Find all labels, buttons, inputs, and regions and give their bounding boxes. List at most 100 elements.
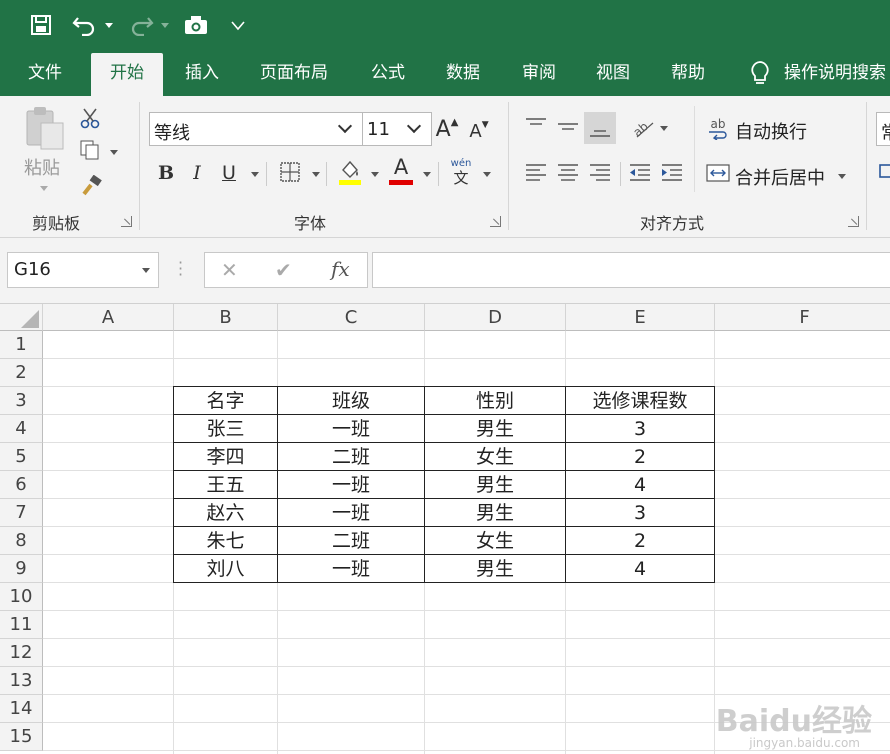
- align-center-icon[interactable]: [554, 160, 582, 186]
- lightbulb-icon[interactable]: [745, 50, 775, 96]
- table-header-cell[interactable]: 班级: [278, 387, 424, 415]
- undo-dropdown-icon[interactable]: [102, 10, 116, 40]
- underline-dropdown-icon[interactable]: [251, 172, 259, 177]
- cancel-icon[interactable]: ✕: [221, 258, 238, 282]
- table-cell[interactable]: 朱七: [174, 527, 277, 555]
- shrink-font-button[interactable]: A ▼: [468, 118, 490, 144]
- table-cell[interactable]: 女生: [425, 527, 565, 555]
- tab-page-layout[interactable]: 页面布局: [246, 50, 342, 96]
- fill-color-dropdown-icon[interactable]: [371, 172, 379, 177]
- grow-font-button[interactable]: A ▲: [436, 114, 459, 144]
- number-format-combo[interactable]: 常: [876, 112, 890, 146]
- font-name-combo[interactable]: 等线: [149, 112, 363, 146]
- align-left-icon[interactable]: [522, 160, 550, 186]
- table-cell[interactable]: 王五: [174, 471, 277, 499]
- bold-button[interactable]: B: [155, 160, 177, 186]
- underline-button[interactable]: U: [218, 160, 240, 186]
- table-cell[interactable]: 张三: [174, 415, 277, 443]
- customize-qat-icon[interactable]: [228, 10, 248, 40]
- merge-dropdown-icon[interactable]: [838, 174, 846, 179]
- insert-function-icon[interactable]: fx: [331, 257, 350, 281]
- italic-button[interactable]: I: [186, 160, 208, 186]
- redo-icon[interactable]: [126, 10, 156, 40]
- phonetic-guide-button[interactable]: wén 文: [448, 156, 474, 188]
- align-top-icon[interactable]: [522, 114, 550, 138]
- table-cell[interactable]: 女生: [425, 443, 565, 471]
- merge-center-button[interactable]: 合并后居中: [735, 164, 825, 190]
- tab-data[interactable]: 数据: [432, 50, 494, 96]
- table-header-cell[interactable]: 名字: [174, 387, 277, 415]
- table-cell[interactable]: 4: [566, 471, 714, 499]
- table-cell[interactable]: 赵六: [174, 499, 277, 527]
- table-cell[interactable]: 一班: [278, 555, 424, 583]
- row-header[interactable]: 3: [0, 387, 43, 415]
- orientation-icon[interactable]: ab: [630, 114, 656, 140]
- copy-dropdown-icon[interactable]: [110, 150, 118, 155]
- tell-me-search[interactable]: 操作说明搜索: [784, 50, 890, 96]
- redo-dropdown-icon[interactable]: [158, 10, 172, 40]
- chevron-down-icon[interactable]: [406, 118, 422, 134]
- column-header-f[interactable]: F: [715, 304, 890, 331]
- alignment-launcher-icon[interactable]: [848, 216, 859, 227]
- chevron-down-icon[interactable]: [337, 118, 353, 134]
- align-middle-icon[interactable]: [554, 114, 582, 138]
- row-header[interactable]: 10: [0, 583, 43, 611]
- table-cell[interactable]: 2: [566, 443, 714, 471]
- row-header[interactable]: 14: [0, 695, 43, 723]
- accounting-format-icon[interactable]: [878, 160, 890, 182]
- table-cell[interactable]: 男生: [425, 499, 565, 527]
- camera-icon[interactable]: [182, 10, 210, 40]
- borders-icon[interactable]: [278, 160, 302, 184]
- row-header[interactable]: 11: [0, 611, 43, 639]
- table-cell[interactable]: 一班: [278, 415, 424, 443]
- table-cell[interactable]: 一班: [278, 499, 424, 527]
- font-launcher-icon[interactable]: [490, 216, 501, 227]
- enter-icon[interactable]: ✔: [275, 258, 292, 282]
- table-cell[interactable]: 4: [566, 555, 714, 583]
- column-header-a[interactable]: A: [43, 304, 174, 331]
- formula-input[interactable]: [372, 252, 890, 288]
- column-header-d[interactable]: D: [425, 304, 566, 331]
- clipboard-launcher-icon[interactable]: [121, 216, 132, 227]
- font-color-button[interactable]: A: [388, 156, 414, 186]
- table-cell[interactable]: 男生: [425, 555, 565, 583]
- copy-icon[interactable]: [78, 138, 102, 162]
- wrap-text-button[interactable]: 自动换行: [735, 118, 807, 144]
- row-header[interactable]: 15: [0, 723, 43, 751]
- row-header[interactable]: 6: [0, 471, 43, 499]
- tab-review[interactable]: 审阅: [508, 50, 570, 96]
- column-header-e[interactable]: E: [566, 304, 715, 331]
- font-size-combo[interactable]: 11: [362, 112, 432, 146]
- phonetic-dropdown-icon[interactable]: [483, 172, 491, 177]
- select-all-corner[interactable]: [0, 304, 43, 331]
- row-header[interactable]: 7: [0, 499, 43, 527]
- paste-dropdown-icon[interactable]: [40, 186, 48, 191]
- increase-indent-icon[interactable]: [658, 160, 686, 186]
- row-header[interactable]: 4: [0, 415, 43, 443]
- format-painter-icon[interactable]: [78, 174, 104, 198]
- tab-help[interactable]: 帮助: [657, 50, 719, 96]
- table-cell[interactable]: 李四: [174, 443, 277, 471]
- tab-home[interactable]: 开始: [91, 53, 163, 96]
- tab-insert[interactable]: 插入: [172, 50, 232, 96]
- undo-icon[interactable]: [70, 10, 100, 40]
- fill-color-icon[interactable]: [337, 158, 363, 186]
- borders-dropdown-icon[interactable]: [312, 172, 320, 177]
- align-bottom-icon[interactable]: [584, 112, 616, 144]
- table-cell[interactable]: 二班: [278, 443, 424, 471]
- cut-icon[interactable]: [78, 106, 102, 130]
- row-header[interactable]: 2: [0, 359, 43, 387]
- merge-center-icon[interactable]: [706, 162, 730, 184]
- font-color-dropdown-icon[interactable]: [423, 172, 431, 177]
- save-icon[interactable]: [28, 10, 54, 40]
- table-cell[interactable]: 二班: [278, 527, 424, 555]
- row-header[interactable]: 12: [0, 639, 43, 667]
- column-header-b[interactable]: B: [174, 304, 278, 331]
- name-box-dropdown-icon[interactable]: [142, 268, 150, 273]
- column-header-c[interactable]: C: [278, 304, 425, 331]
- row-header[interactable]: 1: [0, 331, 43, 359]
- orientation-dropdown-icon[interactable]: [660, 126, 668, 131]
- table-cell[interactable]: 男生: [425, 471, 565, 499]
- name-box[interactable]: G16: [7, 252, 159, 288]
- table-cell[interactable]: 3: [566, 415, 714, 443]
